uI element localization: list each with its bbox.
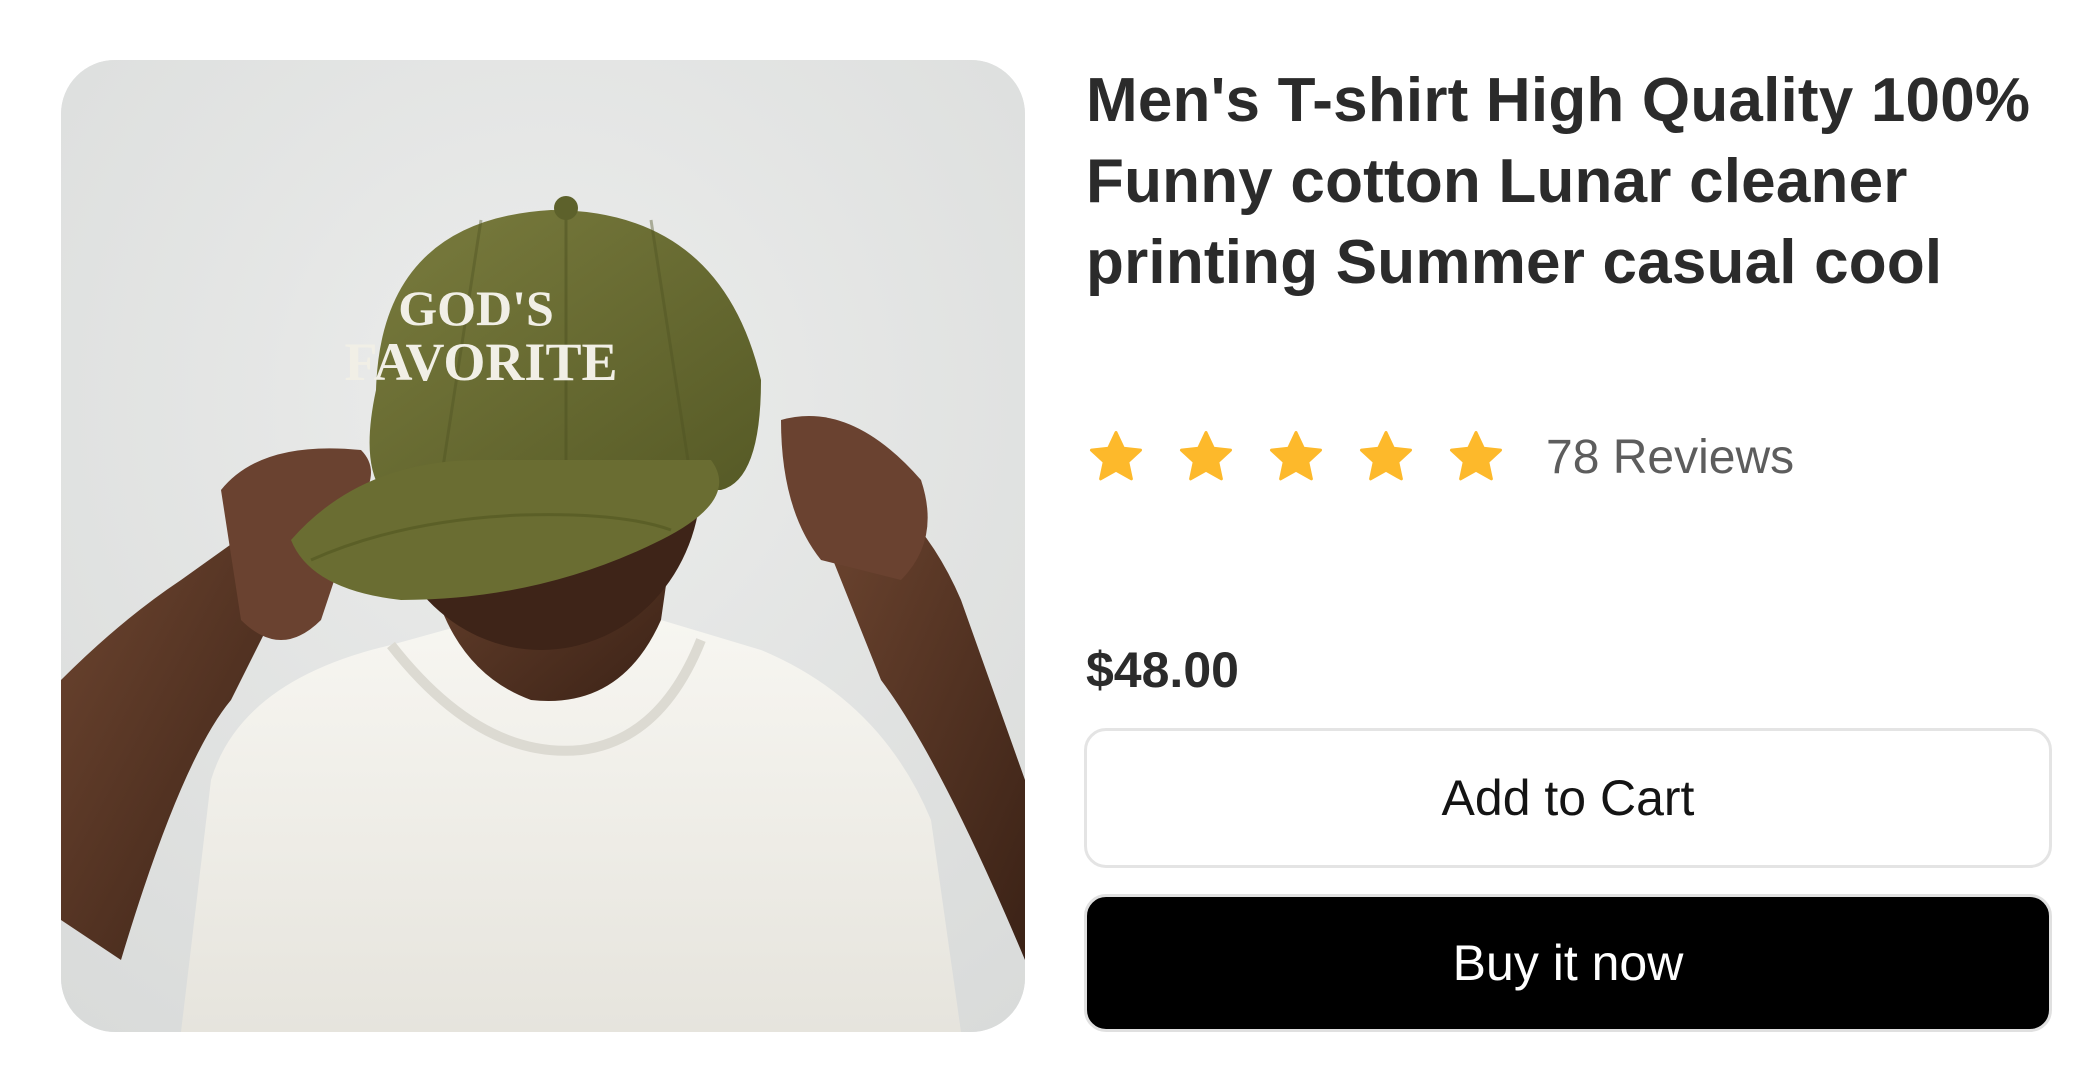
product-page: GOD'S FAVORITE Men's T-shirt High Qualit… [0, 0, 2100, 1087]
star-icon [1360, 431, 1412, 481]
product-price: $48.00 [1086, 642, 1239, 698]
reviews-count[interactable]: 78 Reviews [1546, 430, 1794, 485]
buy-now-button[interactable]: Buy it now [1084, 894, 2052, 1032]
star-icon [1180, 431, 1232, 481]
cap-text-line2: FAVORITE [345, 332, 618, 392]
product-info: Men's T-shirt High Quality 100% Funny co… [1084, 60, 2052, 1032]
product-rating[interactable]: 78 Reviews [1086, 422, 1794, 492]
add-to-cart-button[interactable]: Add to Cart [1084, 728, 2052, 868]
product-photo: GOD'S FAVORITE [61, 60, 1025, 1032]
rating-stars [1086, 427, 1506, 487]
star-icon [1090, 431, 1142, 481]
product-title: Men's T-shirt High Quality 100% Funny co… [1086, 66, 2031, 297]
star-icon [1270, 431, 1322, 481]
product-image[interactable]: GOD'S FAVORITE [61, 60, 1025, 1032]
star-icon [1450, 431, 1502, 481]
cap-text-line1: GOD'S [398, 280, 554, 336]
